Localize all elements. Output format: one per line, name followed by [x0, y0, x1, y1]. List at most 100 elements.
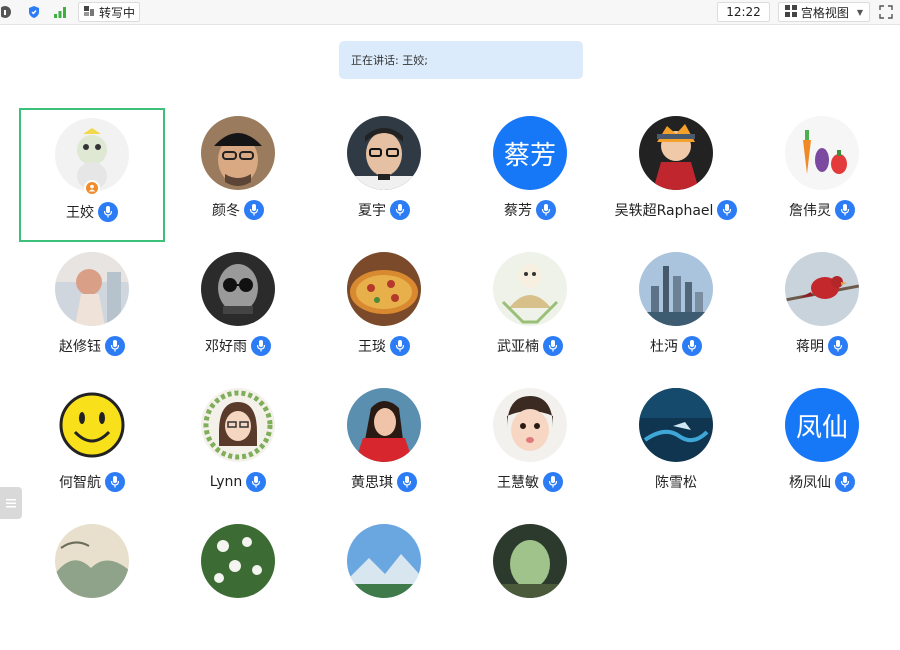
participant-tile[interactable]: 吴轶超Raphael	[603, 108, 749, 242]
microphone-icon[interactable]	[835, 472, 855, 492]
microphone-icon[interactable]	[717, 200, 738, 220]
participant-tile[interactable]: 杜沔	[603, 244, 749, 378]
participant-name: 吴轶超Raphael	[614, 203, 714, 219]
avatar	[55, 252, 129, 326]
avatar: 凤仙	[785, 388, 859, 462]
participant-name-row: 夏宇	[311, 200, 457, 220]
participant-tile[interactable]: 陈雪松	[603, 380, 749, 514]
participant-name-row: 邓好雨	[165, 336, 311, 356]
microphone-icon[interactable]	[536, 200, 556, 220]
transcribe-icon	[83, 5, 95, 20]
participant-name-row: 王姣	[21, 202, 163, 222]
participant-name-row: 王琰	[311, 336, 457, 356]
participant-name: 詹伟灵	[789, 203, 831, 219]
toolbar-right: 12:22 宫格视图 ▼	[717, 2, 894, 22]
participant-name-row: 蒋明	[749, 336, 895, 356]
meeting-clock: 12:22	[717, 2, 770, 22]
participant-name: 武亚楠	[497, 339, 539, 355]
host-badge-icon	[84, 180, 100, 196]
participant-tile[interactable]: 邓好雨	[165, 244, 311, 378]
participant-name: 赵修钰	[59, 339, 101, 355]
avatar-text: 凤仙	[795, 412, 848, 443]
participant-name-row: Lynn	[165, 472, 311, 492]
participant-tile[interactable]: 赵修钰	[19, 244, 165, 378]
microphone-icon[interactable]	[397, 472, 417, 492]
participant-tile[interactable]: 蒋明	[749, 244, 895, 378]
info-icon[interactable]	[0, 4, 16, 20]
participant-name-row: 蔡芳	[457, 200, 603, 220]
microphone-icon[interactable]	[682, 336, 702, 356]
participant-name: 何智航	[59, 475, 101, 491]
signal-icon[interactable]	[52, 4, 68, 20]
participant-tile[interactable]: 詹伟灵	[749, 108, 895, 242]
microphone-icon[interactable]	[390, 336, 410, 356]
avatar	[347, 524, 421, 598]
microphone-icon[interactable]	[98, 202, 118, 222]
avatar	[493, 252, 567, 326]
participant-name-row: 吴轶超Raphael	[603, 200, 749, 220]
microphone-icon[interactable]	[246, 472, 267, 492]
avatar	[493, 388, 567, 462]
participant-tile[interactable]: 蔡芳 蔡芳	[457, 108, 603, 242]
microphone-icon[interactable]	[244, 200, 264, 220]
avatar	[201, 388, 275, 462]
participant-name: 颜冬	[212, 203, 240, 219]
participant-name-row: 王慧敏	[457, 472, 603, 492]
sidebar-toggle-button[interactable]	[0, 487, 22, 519]
avatar-text: 蔡芳	[503, 140, 556, 171]
participant-name: 杜沔	[650, 339, 678, 355]
participant-name: 杨凤仙	[789, 475, 831, 491]
microphone-icon[interactable]	[251, 336, 271, 356]
view-mode-button[interactable]: 宫格视图 ▼	[777, 2, 870, 22]
avatar	[55, 388, 129, 462]
speaking-banner: 正在讲话: 王姣;	[339, 41, 583, 79]
avatar	[639, 388, 713, 462]
microphone-icon[interactable]	[828, 336, 848, 356]
participant-name: 陈雪松	[655, 475, 697, 491]
microphone-icon[interactable]	[390, 200, 410, 220]
participant-name-row: 黄思琪	[311, 472, 457, 492]
microphone-icon[interactable]	[835, 200, 855, 220]
participant-tile[interactable]: 颜冬	[165, 108, 311, 242]
participant-tile[interactable]: 王琰	[311, 244, 457, 378]
participant-tile[interactable]: 凤仙杨凤仙	[749, 380, 895, 514]
participant-name: 王琰	[358, 339, 386, 355]
avatar	[55, 524, 129, 598]
participant-name: 夏宇	[358, 203, 386, 219]
participant-name-row: 武亚楠	[457, 336, 603, 356]
transcribe-label: 转写中	[99, 5, 136, 20]
top-toolbar: 转写中 12:22 宫格视图 ▼	[0, 0, 900, 25]
participant-tile[interactable]: 何智航	[19, 380, 165, 514]
microphone-icon[interactable]	[543, 336, 563, 356]
participant-name: 黄思琪	[351, 475, 393, 491]
participant-tile[interactable]: 武亚楠	[457, 244, 603, 378]
participant-tile[interactable]: 夏宇	[311, 108, 457, 242]
microphone-icon[interactable]	[543, 472, 563, 492]
participant-name: 王姣	[66, 205, 94, 221]
participant-name: Lynn	[209, 474, 243, 490]
participant-name-row: 赵修钰	[19, 336, 165, 356]
participant-name-row: 颜冬	[165, 200, 311, 220]
transcribe-status[interactable]: 转写中	[78, 2, 141, 22]
participant-tile[interactable]: Lynn	[165, 380, 311, 514]
toolbar-left: 转写中	[0, 2, 141, 22]
participant-tile[interactable]: 王慧敏	[457, 380, 603, 514]
avatar	[493, 524, 567, 598]
avatar	[785, 252, 859, 326]
shield-icon[interactable]	[26, 4, 42, 20]
participant-tile[interactable]	[457, 516, 603, 650]
participant-tile[interactable]: 王姣	[19, 108, 165, 242]
participant-name-row: 陈雪松	[603, 472, 749, 492]
participant-tile[interactable]	[165, 516, 311, 650]
participant-name: 蔡芳	[504, 203, 532, 219]
participant-tile[interactable]: 黄思琪	[311, 380, 457, 514]
participant-tile[interactable]	[19, 516, 165, 650]
grid-icon	[784, 4, 797, 20]
fullscreen-icon[interactable]	[878, 4, 894, 20]
avatar	[347, 116, 421, 190]
microphone-icon[interactable]	[105, 336, 125, 356]
participant-tile[interactable]	[311, 516, 457, 650]
chevron-down-icon: ▼	[856, 7, 863, 17]
microphone-icon[interactable]	[105, 472, 125, 492]
participant-name: 蒋明	[796, 339, 824, 355]
